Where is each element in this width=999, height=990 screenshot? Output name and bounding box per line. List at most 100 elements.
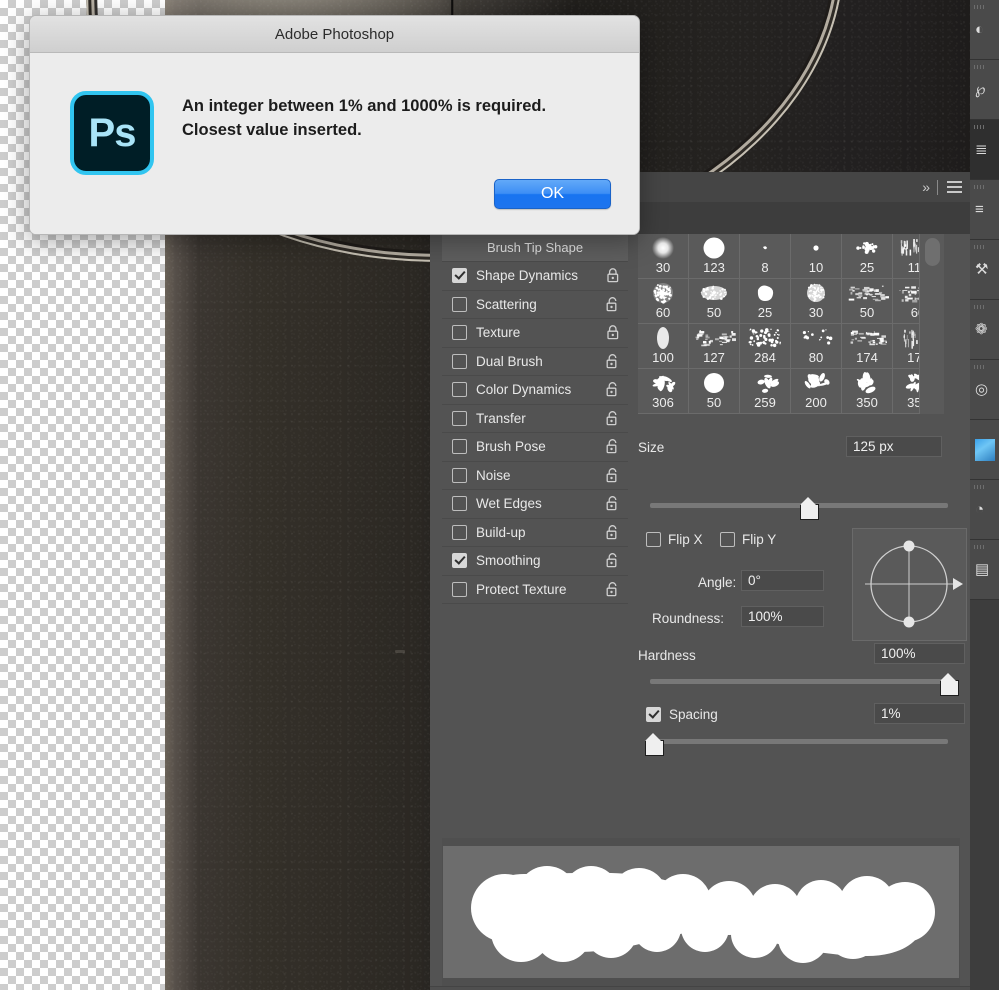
rail-item-2-brushes[interactable]: ≣ <box>970 120 999 180</box>
chevron-double-right-icon[interactable]: » <box>922 179 928 195</box>
brush-preset-cell[interactable]: 284 <box>740 324 791 369</box>
hardness-slider-thumb[interactable] <box>940 680 959 696</box>
brush-option-build-up[interactable]: Build-up <box>442 519 628 548</box>
lock-open-icon[interactable] <box>606 495 620 511</box>
tool-presets-wrench-icon[interactable]: ⚒ <box>975 262 988 277</box>
brush-option-transfer[interactable]: Transfer <box>442 405 628 434</box>
brush-preset-cell[interactable]: 30 <box>791 279 842 324</box>
option-checkbox[interactable] <box>452 525 467 540</box>
rail-item-4[interactable]: ⚒ <box>970 240 999 300</box>
brush-preset-cell[interactable]: 350 <box>842 369 893 414</box>
spacing-slider-thumb[interactable] <box>645 740 664 756</box>
spacing-input[interactable]: 1% <box>874 703 965 724</box>
lock-open-icon[interactable] <box>606 581 620 597</box>
option-checkbox[interactable] <box>452 382 467 397</box>
drag-grip-icon[interactable] <box>974 365 986 369</box>
flip-x-checkbox[interactable] <box>646 532 661 547</box>
option-checkbox[interactable] <box>452 325 467 340</box>
channels-panel-icon[interactable]: ◎ <box>975 382 988 397</box>
history-panel-icon[interactable]: ◐ <box>975 22 984 37</box>
flip-y-checkbox-group[interactable]: Flip Y <box>720 532 776 547</box>
lock-open-icon[interactable] <box>606 467 620 483</box>
brush-preset-cell[interactable]: 10 <box>791 234 842 279</box>
option-checkbox[interactable] <box>452 297 467 312</box>
rail-item-9[interactable]: ▤ <box>970 540 999 600</box>
option-checkbox[interactable] <box>452 468 467 483</box>
brush-preset-cell[interactable]: 80 <box>791 324 842 369</box>
paths-panel-icon[interactable]: ❁ <box>975 322 988 337</box>
drag-grip-icon[interactable] <box>974 5 986 9</box>
brush-preset-cell[interactable]: 127 <box>689 324 740 369</box>
adjustments-panel-icon[interactable]: ◔ <box>975 502 984 517</box>
brush-preset-cell[interactable]: 50 <box>689 369 740 414</box>
option-checkbox[interactable] <box>452 268 467 283</box>
properties-panel-icon[interactable]: ▤ <box>975 562 989 577</box>
brush-option-scattering[interactable]: Scattering <box>442 291 628 320</box>
lock-open-icon[interactable] <box>606 438 620 454</box>
brush-option-color-dynamics[interactable]: Color Dynamics <box>442 376 628 405</box>
brush-presets-icon[interactable]: ≡ <box>975 202 984 217</box>
spacing-checkbox-group[interactable]: Spacing <box>646 707 718 722</box>
brush-option-protect-texture[interactable]: Protect Texture <box>442 576 628 605</box>
rail-item-7-layer-thumb[interactable] <box>970 420 999 480</box>
brush-preset-grid[interactable]: 30 123 8 10 25 112 60 50 25 30 50 60 100 127 284 80 174 1… <box>638 234 944 414</box>
scrollbar-thumb[interactable] <box>925 238 940 266</box>
angle-input[interactable]: 0° <box>741 570 824 591</box>
brush-option-texture[interactable]: Texture <box>442 319 628 348</box>
brush-preset-cell[interactable]: 25 <box>842 234 893 279</box>
option-checkbox[interactable] <box>452 439 467 454</box>
brush-option-brush-pose[interactable]: Brush Pose <box>442 433 628 462</box>
brush-option-wet-edges[interactable]: Wet Edges <box>442 490 628 519</box>
rail-item-0[interactable]: ◐ <box>970 0 999 60</box>
brush-preset-cell[interactable]: 50 <box>842 279 893 324</box>
brush-option-noise[interactable]: Noise <box>442 462 628 491</box>
rail-item-8[interactable]: ◔ <box>970 480 999 540</box>
brush-preset-cell[interactable]: 200 <box>791 369 842 414</box>
drag-grip-icon[interactable] <box>974 485 986 489</box>
rail-item-1[interactable]: ℘ <box>970 60 999 120</box>
drag-grip-icon[interactable] <box>974 545 986 549</box>
lock-open-icon[interactable] <box>606 296 620 312</box>
brush-option-shape-dynamics[interactable]: Shape Dynamics <box>442 262 628 291</box>
option-checkbox[interactable] <box>452 496 467 511</box>
flip-y-checkbox[interactable] <box>720 532 735 547</box>
lock-open-icon[interactable] <box>606 552 620 568</box>
lock-open-icon[interactable] <box>606 381 620 397</box>
option-checkbox[interactable] <box>452 411 467 426</box>
brush-preset-cell[interactable]: 123 <box>689 234 740 279</box>
brush-preset-cell[interactable]: 60 <box>638 279 689 324</box>
layers-thumbnail-icon[interactable] <box>975 439 995 461</box>
roundness-input[interactable]: 100% <box>741 606 824 627</box>
flip-x-checkbox-group[interactable]: Flip X <box>646 532 703 547</box>
hardness-slider-track[interactable] <box>650 679 948 684</box>
brush-preset-cell[interactable]: 8 <box>740 234 791 279</box>
size-slider-thumb[interactable] <box>800 504 819 520</box>
hardness-input[interactable]: 100% <box>874 643 965 664</box>
rail-item-6[interactable]: ◎ <box>970 360 999 420</box>
drag-grip-icon[interactable] <box>974 65 986 69</box>
lock-open-icon[interactable] <box>606 410 620 426</box>
brush-preset-cell[interactable]: 30 <box>638 234 689 279</box>
option-checkbox[interactable] <box>452 354 467 369</box>
option-checkbox[interactable] <box>452 582 467 597</box>
drag-grip-icon[interactable] <box>974 125 986 129</box>
angle-dial-graphic[interactable] <box>853 529 966 640</box>
brush-grid-scrollbar[interactable] <box>919 234 944 414</box>
lock-closed-icon[interactable] <box>606 324 620 340</box>
drag-grip-icon[interactable] <box>974 245 986 249</box>
brush-tip-shape-header[interactable]: Brush Tip Shape <box>442 234 628 262</box>
spacing-slider-track[interactable] <box>650 739 948 744</box>
brush-preset-cell[interactable]: 25 <box>740 279 791 324</box>
lock-closed-icon[interactable] <box>606 267 620 283</box>
brush-preset-cell[interactable]: 174 <box>842 324 893 369</box>
brush-option-smoothing[interactable]: Smoothing <box>442 547 628 576</box>
brush-preset-cell[interactable]: 50 <box>689 279 740 324</box>
spacing-checkbox[interactable] <box>646 707 661 722</box>
drag-grip-icon[interactable] <box>974 305 986 309</box>
brush-preset-cell[interactable]: 259 <box>740 369 791 414</box>
brush-preset-cell[interactable]: 100 <box>638 324 689 369</box>
ok-button[interactable]: OK <box>494 179 611 209</box>
rail-item-5[interactable]: ❁ <box>970 300 999 360</box>
lock-open-icon[interactable] <box>606 524 620 540</box>
actions-panel-icon[interactable]: ℘ <box>975 82 985 97</box>
